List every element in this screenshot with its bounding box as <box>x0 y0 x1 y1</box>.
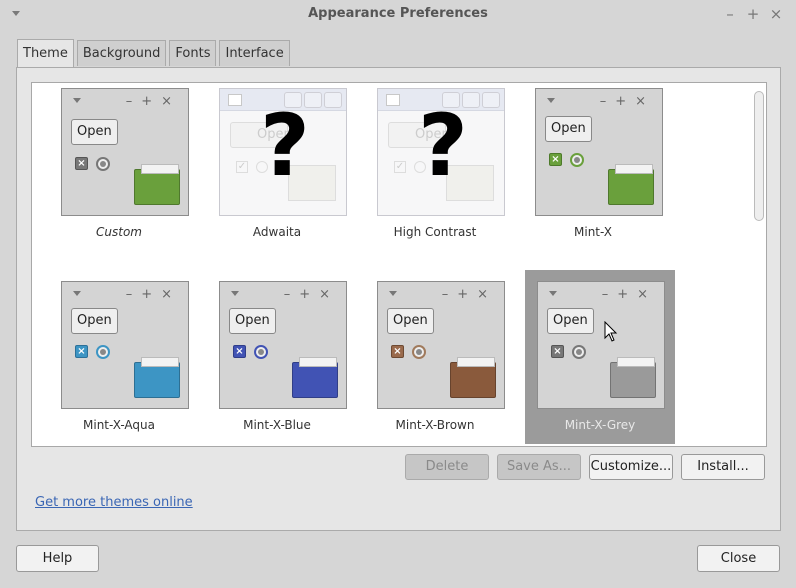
checkbox-icon: × <box>391 345 404 358</box>
save-as-button[interactable]: Save As... <box>497 454 581 480</box>
window-controls-icon: –+× <box>125 287 181 302</box>
missing-theme-icon: ? <box>260 96 310 196</box>
theme-tile-mint-x-brown[interactable]: –+× Open × Mint-X-Brown <box>360 277 510 446</box>
mouse-cursor-icon <box>604 321 618 342</box>
window-icon <box>228 94 242 106</box>
checkbox-icon: × <box>551 345 564 358</box>
preview-open-button: Open <box>545 116 592 142</box>
menu-arrow-icon <box>547 98 555 103</box>
theme-tile-high-contrast[interactable]: Open ✓ ? High Contrast <box>360 84 510 258</box>
tab-bar: Theme Background Fonts Interface <box>17 39 290 67</box>
theme-name: Custom <box>96 225 142 239</box>
theme-tile-adwaita[interactable]: Open ✓ ? Adwaita <box>202 84 352 258</box>
theme-preview: Open ✓ ? <box>219 88 347 216</box>
preview-open-button: Open <box>387 308 434 334</box>
help-button[interactable]: Help <box>16 545 99 572</box>
checkbox-icon: × <box>549 153 562 166</box>
radio-icon <box>570 153 584 167</box>
window-icon <box>386 94 400 106</box>
folder-icon <box>610 357 656 398</box>
folder-icon <box>134 357 180 398</box>
folder-icon <box>134 164 180 205</box>
menu-arrow-icon <box>549 291 557 296</box>
checkbox-icon: × <box>75 157 88 170</box>
tab-theme[interactable]: Theme <box>17 39 74 67</box>
customize-button[interactable]: Customize... <box>589 454 673 480</box>
theme-tile-mint-x[interactable]: –+× Open × Mint-X <box>518 84 668 258</box>
appearance-preferences-window: Appearance Preferences – + × Theme Backg… <box>0 0 796 588</box>
close-window-button[interactable]: × <box>768 5 784 23</box>
radio-icon <box>96 157 110 171</box>
checkbox-icon: ✓ <box>236 161 248 173</box>
get-more-themes-link[interactable]: Get more themes online <box>35 495 193 510</box>
theme-name: High Contrast <box>393 225 477 239</box>
folder-icon <box>608 164 654 205</box>
theme-preview: –+× Open × <box>61 281 189 409</box>
menu-arrow-icon <box>73 291 81 296</box>
theme-panel: –+× Open × Custom Open ✓ ? Adwaita Open … <box>16 67 781 531</box>
folder-icon <box>292 357 338 398</box>
theme-name: Mint-X-Blue <box>243 418 311 432</box>
window-controls-icon: –+× <box>125 94 181 109</box>
window-controls-icon: –+× <box>601 287 657 302</box>
folder-icon <box>450 357 496 398</box>
tab-interface[interactable]: Interface <box>219 40 290 66</box>
menu-arrow-icon <box>73 98 81 103</box>
theme-name: Mint-X <box>574 225 612 239</box>
minimize-button[interactable]: – <box>722 5 738 23</box>
window-controls-icon: –+× <box>599 94 655 109</box>
theme-grid[interactable]: –+× Open × Custom Open ✓ ? Adwaita Open … <box>31 82 767 447</box>
theme-tile-mint-x-blue[interactable]: –+× Open × Mint-X-Blue <box>202 277 352 446</box>
theme-name: Mint-X-Aqua <box>83 418 155 432</box>
theme-preview: –+× Open × <box>377 281 505 409</box>
window-controls-icon: –+× <box>441 287 497 302</box>
menu-arrow-icon <box>389 291 397 296</box>
theme-tile-custom[interactable]: –+× Open × Custom <box>44 84 194 258</box>
preview-open-button: Open <box>229 308 276 334</box>
maximize-button[interactable]: + <box>745 5 761 23</box>
window-controls-icon: –+× <box>283 287 339 302</box>
window-title: Appearance Preferences <box>308 6 488 21</box>
missing-theme-icon: ? <box>418 96 468 196</box>
install-button[interactable]: Install... <box>681 454 765 480</box>
theme-preview: Open ✓ ? <box>377 88 505 216</box>
theme-scrollbar[interactable] <box>754 91 764 221</box>
theme-name: Adwaita <box>252 225 302 239</box>
menu-arrow-icon <box>231 291 239 296</box>
theme-preview: –+× Open × <box>61 88 189 216</box>
delete-button[interactable]: Delete <box>405 454 489 480</box>
radio-icon <box>96 345 110 359</box>
tab-background[interactable]: Background <box>76 40 167 66</box>
preview-open-button: Open <box>71 119 118 145</box>
theme-preview: –+× Open × <box>219 281 347 409</box>
radio-icon <box>412 345 426 359</box>
radio-icon <box>572 345 586 359</box>
theme-tile-mint-x-aqua[interactable]: –+× Open × Mint-X-Aqua <box>44 277 194 446</box>
preview-open-button: Open <box>71 308 118 334</box>
theme-preview: –+× Open × <box>535 88 663 216</box>
checkbox-icon: × <box>75 345 88 358</box>
theme-name: Mint-X-Grey <box>564 418 636 432</box>
theme-preview: –+× Open × <box>537 281 665 409</box>
preview-open-button: Open <box>547 308 594 334</box>
checkbox-icon: × <box>233 345 246 358</box>
theme-tile-mint-x-grey[interactable]: –+× Open × Mint-X-Grey <box>525 270 675 444</box>
close-button[interactable]: Close <box>697 545 780 572</box>
titlebar: Appearance Preferences – + × <box>0 0 796 30</box>
tab-fonts[interactable]: Fonts <box>169 40 217 66</box>
checkbox-icon: ✓ <box>394 161 406 173</box>
theme-name: Mint-X-Brown <box>395 418 475 432</box>
radio-icon <box>254 345 268 359</box>
